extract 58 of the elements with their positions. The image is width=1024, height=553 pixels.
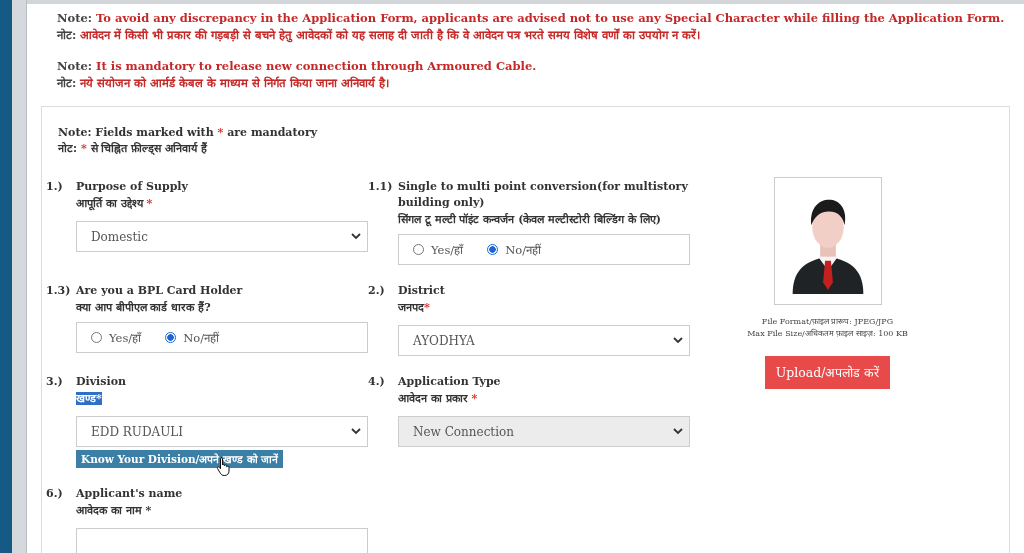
radio-label: Yes/हाँ — [109, 330, 142, 345]
note-label: नोट: — [57, 28, 77, 42]
field-label: Single to multi point conversion(for multistory building only) — [398, 179, 688, 211]
required-mark: * — [217, 126, 224, 139]
select-field[interactable]: AYODHYA — [398, 325, 690, 356]
field-number: 4.) — [368, 374, 386, 390]
mandatory-note: Note: Fields marked with — [58, 126, 214, 139]
radio-option[interactable]: Yes/हाँ — [91, 330, 142, 345]
field-label: Purpose of Supply — [76, 179, 189, 195]
select-field[interactable]: EDD RUDAULI — [76, 416, 368, 447]
field-label: खण्ड* — [76, 392, 102, 405]
radio-button[interactable] — [487, 244, 499, 255]
field-label: आवेदन का प्रकार — [398, 392, 468, 405]
field-label: आवेदक का नाम * — [76, 504, 152, 517]
note-text: आवेदन में किसी भी प्रकार की गड़बड़ी से बचने हेतु आवेदकों को यह सलाह दी जाती है कि वे आवेदन पत्र भरते समय विशेष वर्णों का उपयोग न करें। — [80, 28, 701, 42]
required-mark: * — [80, 142, 87, 155]
field-number: 3.) — [46, 374, 64, 390]
select-field[interactable]: Domestic — [76, 221, 368, 252]
radio-option[interactable]: No/नहीं — [165, 330, 220, 345]
note-text: To avoid any discrepancy in the Application Form, applicants are advised not to use any Special Character while filling the Application Form. — [96, 11, 1005, 25]
chevron-down-icon — [351, 428, 361, 435]
file-size-text: Max File Size/अधिकतम फ़ाइल साइज़: 100 KB — [747, 328, 908, 340]
field-label: आपूर्ति का उद्देश्य — [76, 197, 143, 210]
field-label: Division — [76, 374, 127, 390]
file-format-text: File Format/फ़ाइल प्रारूप: JPEG/JPG — [760, 316, 895, 328]
radio-label: Yes/हाँ — [431, 242, 464, 257]
field-label: जनपद — [398, 301, 424, 314]
required-mark: * — [470, 392, 478, 405]
field-number: 1.3) — [46, 283, 72, 299]
required-mark: * — [424, 301, 430, 314]
radio-button[interactable] — [165, 332, 177, 343]
mandatory-note: से चिह्नित फ़ील्ड्स अनिवार्य हैं — [90, 142, 207, 155]
input-field[interactable] — [76, 528, 368, 553]
note-label: नोट: — [57, 76, 77, 90]
field-label: सिंगल टू मल्टी पॉइंट कन्वर्जन (केवल मल्टीस्टोरी बिल्डिंग के लिए) — [398, 213, 661, 226]
upload-button[interactable]: Upload/अपलोड करें — [764, 356, 891, 389]
note-label: Note: — [57, 11, 93, 25]
field-label: क्या आप बीपीएल कार्ड धारक हैं? — [76, 301, 211, 314]
note-label: Note: — [57, 59, 93, 73]
radio-option[interactable]: Yes/हाँ — [413, 242, 464, 257]
field-label: District — [398, 283, 446, 299]
chevron-down-icon — [673, 337, 683, 344]
note-text: नये संयोजन को आर्मर्ड केबल के माध्यम से निर्गत किया जाना अनिवार्य है। — [80, 76, 390, 90]
field-number: 6.) — [46, 486, 64, 502]
field-label: Applicant's name — [76, 486, 184, 502]
radio-label: No/नहीं — [505, 242, 542, 257]
field-number: 2.) — [368, 283, 386, 299]
mandatory-note: नोट: — [58, 142, 78, 155]
mandatory-note: are mandatory — [227, 126, 318, 139]
field-number: 1.) — [46, 179, 64, 195]
field-label: Application Type — [398, 374, 502, 390]
radio-option[interactable]: No/नहीं — [487, 242, 542, 257]
note-text: It is mandatory to release new connection through Armoured Cable. — [96, 59, 537, 73]
field-number: 1.1) — [368, 179, 394, 195]
field-label: Are you a BPL Card Holder — [76, 283, 244, 299]
chevron-down-icon — [673, 428, 683, 435]
chevron-down-icon — [351, 233, 361, 240]
radio-label: No/नहीं — [183, 330, 220, 345]
